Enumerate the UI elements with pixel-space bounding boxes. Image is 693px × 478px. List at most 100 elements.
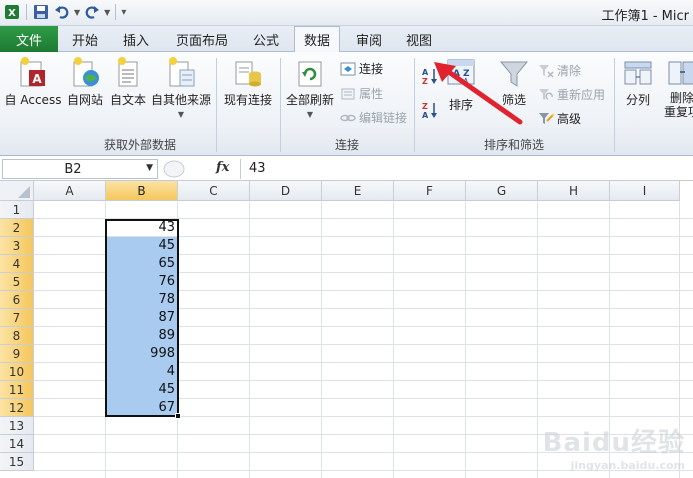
column-header-d[interactable]: D [250, 181, 322, 201]
row-header-11[interactable]: 11 [0, 381, 34, 399]
row-header-2[interactable]: 2 [0, 219, 34, 237]
existing-connections-icon [233, 56, 263, 87]
other-sources-icon [166, 56, 196, 87]
edit-links-button[interactable]: 编辑链接 [340, 109, 407, 126]
group-label-get-external-data: 获取外部数据 [103, 138, 176, 152]
text-to-columns-button[interactable]: 分列 [618, 56, 658, 108]
cell-b7[interactable]: 87 [106, 309, 178, 327]
remove-dup-label-1: 删除 [669, 91, 693, 105]
advanced-filter-icon [538, 111, 555, 127]
formula-bar: B2 ▼ fx 43 [0, 157, 693, 181]
clear-filter-button[interactable]: 清除 [538, 62, 581, 79]
cell-b3[interactable]: 45 [106, 237, 178, 255]
cell-b4[interactable]: 65 [106, 255, 178, 273]
clear-filter-icon [538, 63, 554, 79]
redo-icon[interactable] [83, 3, 101, 21]
column-header-g[interactable]: G [466, 181, 538, 201]
undo-icon[interactable] [53, 3, 71, 21]
row-header-8[interactable]: 8 [0, 327, 34, 345]
row-header-4[interactable]: 4 [0, 255, 34, 273]
column-header-i[interactable]: I [610, 181, 680, 201]
cell-b9[interactable]: 998 [106, 345, 178, 363]
column-header-h[interactable]: H [538, 181, 610, 201]
advanced-filter-button[interactable]: 高级 [538, 110, 581, 127]
cell-b6[interactable]: 78 [106, 291, 178, 309]
link-icon [340, 110, 356, 126]
row-header-5[interactable]: 5 [0, 273, 34, 291]
save-icon[interactable] [32, 3, 50, 21]
redo-dropdown-icon[interactable]: ▼ [104, 8, 110, 17]
tab-home[interactable]: 开始 [62, 26, 108, 52]
row-header-13[interactable]: 13 [0, 417, 34, 435]
undo-dropdown-icon[interactable]: ▼ [74, 8, 80, 17]
svg-text:X: X [8, 8, 16, 19]
separator [115, 4, 117, 20]
watermark: Baidu经验 jingyan.baidu.com [543, 422, 685, 472]
refresh-all-button[interactable]: 全部刷新 ▼ [284, 56, 336, 119]
column-header-b[interactable]: B [106, 181, 178, 201]
tab-view[interactable]: 视图 [396, 26, 442, 52]
excel-logo-icon[interactable]: X [3, 3, 21, 21]
from-other-sources-button[interactable]: 自其他来源 ▼ [150, 56, 212, 119]
formula-input[interactable]: 43 [240, 159, 692, 179]
remove-duplicates-icon [667, 56, 693, 86]
access-icon: A [18, 56, 48, 87]
insert-function-icon[interactable]: fx [216, 160, 229, 175]
ribbon-tabs: 文件 开始 插入 页面布局 公式 数据 审阅 视图 [0, 26, 693, 53]
properties-icon [340, 86, 356, 102]
column-header-c[interactable]: C [178, 181, 250, 201]
row-header-1[interactable]: 1 [0, 201, 34, 219]
text-file-icon [113, 56, 143, 87]
existing-connections-button[interactable]: 现有连接 [222, 56, 274, 108]
grid-line [321, 201, 322, 478]
tab-data[interactable]: 数据 [294, 26, 340, 53]
row-header-7[interactable]: 7 [0, 309, 34, 327]
row-header-15[interactable]: 15 [0, 453, 34, 471]
column-header-a[interactable]: A [34, 181, 106, 201]
tab-file[interactable]: 文件 [0, 26, 58, 52]
connections-button[interactable]: 连接 [340, 60, 383, 77]
separator [26, 4, 27, 20]
text-to-columns-icon [623, 56, 653, 86]
customize-qat-icon[interactable]: ▾ [121, 7, 126, 18]
quick-access-toolbar: X ▼ ▼ ▾ [3, 3, 126, 21]
cell-b10[interactable]: 4 [106, 363, 178, 381]
from-web-button[interactable]: 自网站 [64, 56, 106, 108]
cell-b12[interactable]: 67 [106, 399, 178, 417]
from-text-button[interactable]: 自文本 [108, 56, 148, 108]
fill-handle[interactable] [175, 413, 181, 419]
remove-duplicates-button[interactable]: 删除 重复项 [660, 56, 693, 119]
cell-b2[interactable]: 43 [106, 219, 178, 237]
column-header-f[interactable]: F [394, 181, 466, 201]
row-header-12[interactable]: 12 [0, 399, 34, 417]
grid-line [465, 201, 466, 478]
column-header-e[interactable]: E [322, 181, 394, 201]
tab-formulas[interactable]: 公式 [244, 26, 288, 52]
row-header-14[interactable]: 14 [0, 435, 34, 453]
chevron-down-icon[interactable]: ▼ [146, 163, 153, 173]
tab-insert[interactable]: 插入 [112, 26, 160, 52]
cell-b5[interactable]: 76 [106, 273, 178, 291]
select-all-corner[interactable] [0, 181, 34, 201]
web-globe-icon [70, 56, 100, 87]
cell-b11[interactable]: 45 [106, 381, 178, 399]
name-box[interactable]: B2 ▼ [2, 159, 158, 179]
row-header-10[interactable]: 10 [0, 363, 34, 381]
tab-page-layout[interactable]: 页面布局 [166, 26, 238, 52]
row-header-3[interactable]: 3 [0, 237, 34, 255]
tab-review[interactable]: 审阅 [346, 26, 392, 52]
separator [614, 58, 615, 152]
reapply-button[interactable]: 重新应用 [538, 86, 605, 103]
group-label-sort-filter: 排序和筛选 [483, 138, 544, 152]
title-bar: X ▼ ▼ ▾ 工作簿1 - Micr [0, 0, 693, 26]
row-header-9[interactable]: 9 [0, 345, 34, 363]
annotation-arrow-icon [434, 62, 523, 125]
from-access-button[interactable]: A 自 Access [5, 56, 61, 108]
cell-b8[interactable]: 89 [106, 327, 178, 345]
ribbon-data: A 自 Access 自网站 自文本 自其他来源 ▼ 现有连接 获取外部数据 全 [0, 52, 693, 156]
watermark-main: Baidu经验 [542, 428, 685, 458]
grid-line [249, 201, 250, 478]
properties-button[interactable]: 属性 [340, 85, 383, 102]
grid-line [537, 201, 538, 478]
row-header-6[interactable]: 6 [0, 291, 34, 309]
